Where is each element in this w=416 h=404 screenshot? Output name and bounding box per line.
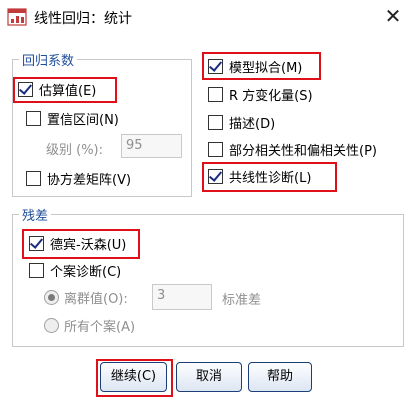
cancel-button[interactable]: 取消	[176, 362, 242, 392]
title-bar: 线性回归：统计 ✕	[0, 0, 416, 34]
outliers-outside-label: 离群值(O):	[64, 291, 128, 307]
all-cases-radio[interactable]: 所有个案(A)	[44, 315, 135, 335]
part-partial-correlations-check-box[interactable]	[208, 141, 223, 157]
model-fit-highlight	[202, 52, 321, 80]
confidence-intervals-label: 置信区间(N)	[47, 112, 119, 128]
level-label: 级别 (%):	[46, 143, 104, 158]
confidence-intervals-check-box[interactable]	[26, 110, 41, 126]
help-button[interactable]: 帮助	[248, 362, 312, 392]
continue-highlight	[96, 359, 173, 397]
r-squared-change-check-box[interactable]	[208, 86, 223, 102]
r-squared-change-label: R 方变化量(S)	[229, 88, 313, 104]
casewise-diagnostics-check-box[interactable]	[29, 262, 44, 278]
descriptives-label: 描述(D)	[229, 116, 276, 132]
linear-regression-statistics-dialog: 线性回归：统计 ✕ 回归系数 估算值(E) 置信区间(N) 级别 (%): 95…	[0, 0, 416, 404]
all-cases-radio-button[interactable]	[44, 317, 59, 333]
covariance-matrix-check-box[interactable]	[26, 170, 41, 186]
covariance-matrix-checkbox[interactable]: 协方差矩阵(V)	[26, 168, 131, 188]
confidence-intervals-checkbox[interactable]: 置信区间(N)	[26, 108, 119, 128]
part-partial-correlations-checkbox[interactable]: 部分相关性和偏相关性(P)	[208, 139, 377, 159]
all-cases-label: 所有个案(A)	[64, 319, 136, 335]
durbin-watson-highlight	[22, 229, 140, 259]
residuals-legend: 残差	[19, 205, 52, 224]
estimates-highlight	[13, 77, 117, 103]
descriptives-checkbox[interactable]: 描述(D)	[208, 112, 275, 132]
std-dev-label: 标准差	[222, 293, 262, 308]
app-icon	[7, 8, 27, 26]
regression-coefficients-legend: 回归系数	[19, 50, 78, 69]
outliers-input[interactable]: 3	[152, 284, 212, 310]
part-partial-correlations-label: 部分相关性和偏相关性(P)	[229, 143, 377, 159]
close-icon[interactable]: ✕	[382, 5, 404, 27]
descriptives-check-box[interactable]	[208, 114, 223, 130]
casewise-diagnostics-checkbox[interactable]: 个案诊断(C)	[29, 260, 121, 280]
casewise-diagnostics-label: 个案诊断(C)	[50, 264, 122, 280]
outliers-outside-radio[interactable]: 离群值(O):	[44, 287, 128, 307]
covariance-matrix-label: 协方差矩阵(V)	[47, 172, 132, 188]
outliers-outside-radio-button[interactable]	[44, 289, 59, 305]
collinearity-diagnostics-highlight	[202, 162, 337, 192]
window-title: 线性回归：统计	[34, 11, 132, 27]
r-squared-change-checkbox[interactable]: R 方变化量(S)	[208, 84, 313, 104]
level-input[interactable]: 95	[121, 134, 182, 158]
